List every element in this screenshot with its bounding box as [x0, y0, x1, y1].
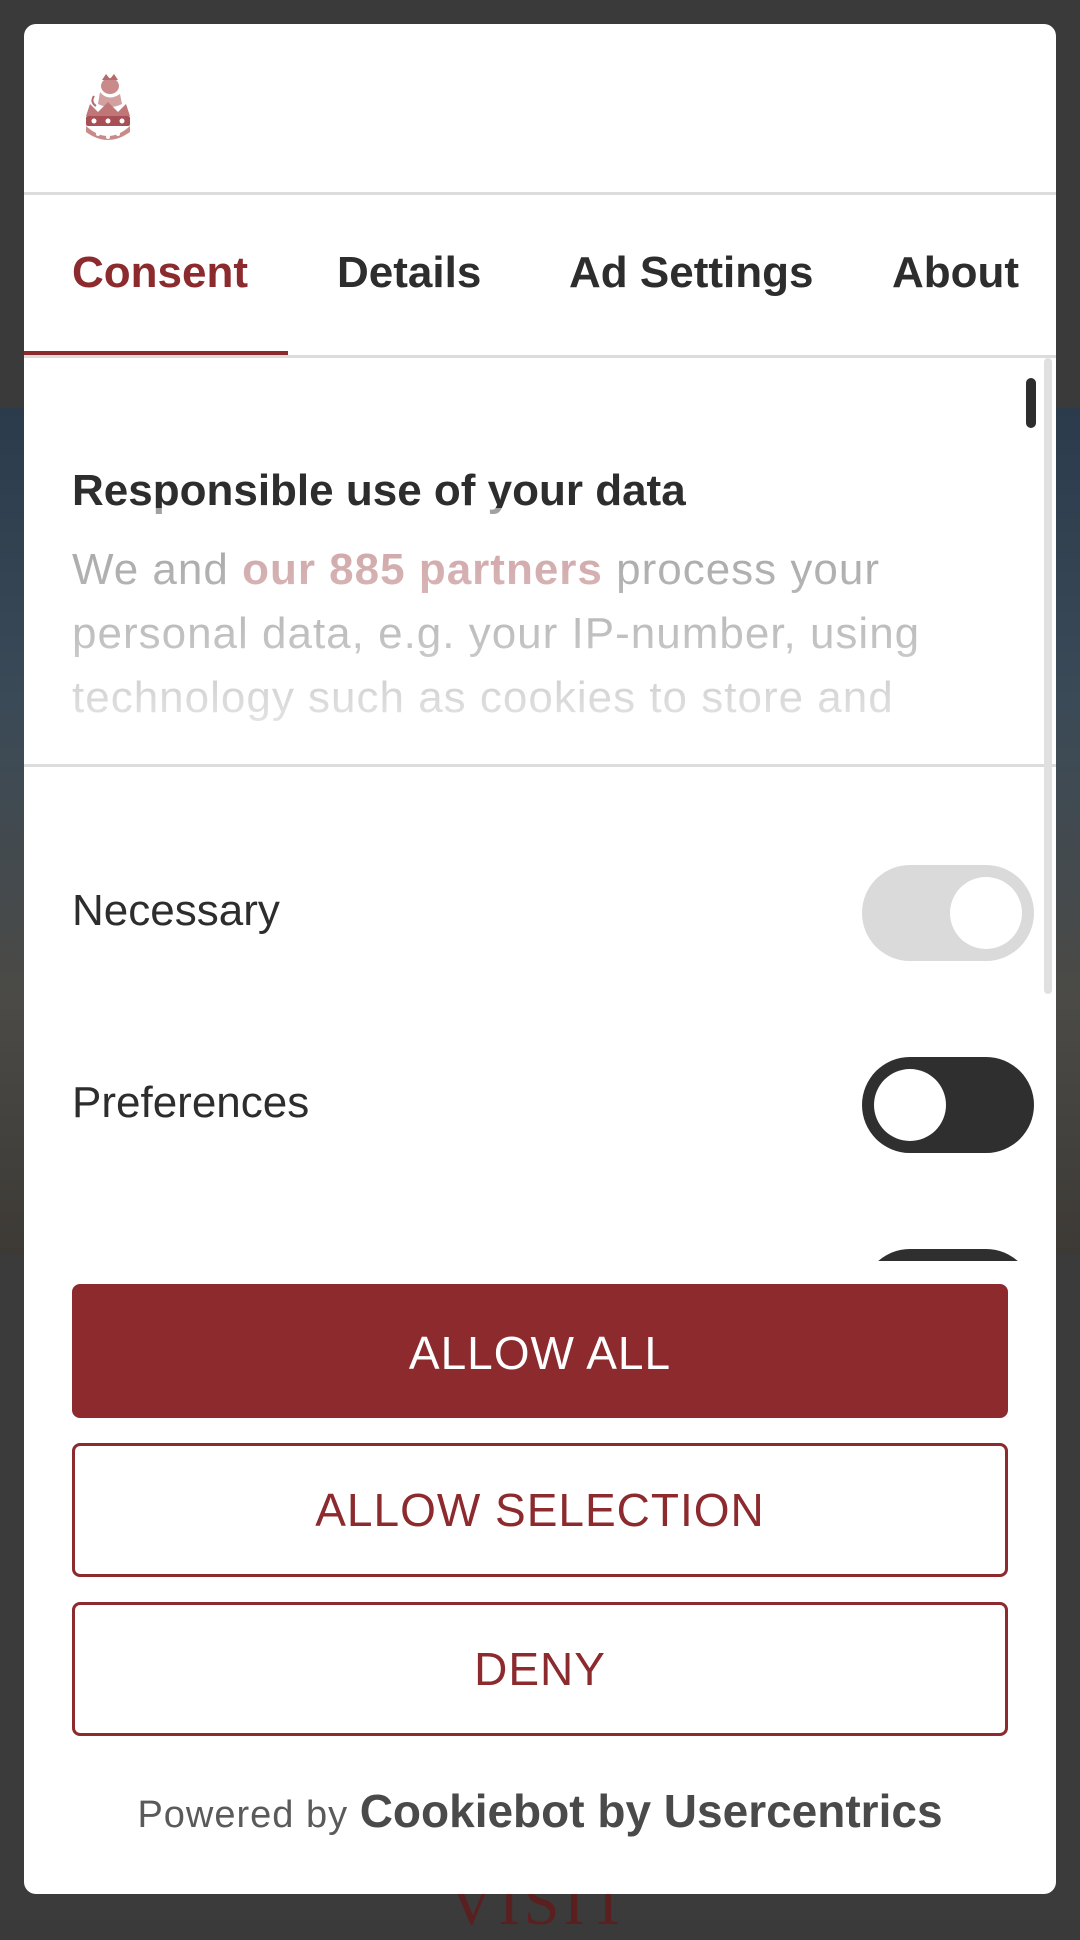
- consent-description-panel[interactable]: Responsible use of your data We and our …: [24, 358, 1056, 764]
- partners-link[interactable]: our 885 partners: [242, 545, 603, 594]
- consent-tabs: Consent Details Ad Settings About: [24, 195, 1056, 358]
- active-tab-indicator: [24, 351, 288, 355]
- tab-consent[interactable]: Consent: [72, 195, 248, 355]
- allow-all-button[interactable]: ALLOW ALL: [72, 1284, 1008, 1418]
- body-prefix: We and: [72, 545, 243, 594]
- tab-ad-settings[interactable]: Ad Settings: [569, 195, 813, 355]
- toggle-row-necessary: Necessary: [72, 861, 1034, 961]
- toggle-knob: [950, 877, 1022, 949]
- consent-toggles: Necessary Preferences: [24, 767, 1056, 1261]
- content-title: Responsible use of your data: [72, 466, 686, 515]
- cookie-consent-dialog: Consent Details Ad Settings About Respon…: [24, 24, 1056, 1894]
- royal-crest-icon: [86, 74, 130, 140]
- toggle-row-preferences: Preferences: [72, 1053, 1034, 1153]
- preferences-toggle[interactable]: [862, 1057, 1034, 1153]
- necessary-toggle[interactable]: [862, 865, 1034, 961]
- deny-button[interactable]: DENY: [72, 1602, 1008, 1736]
- toggle-row-statistics: [72, 1245, 1034, 1261]
- toggle-label-preferences: Preferences: [72, 1078, 310, 1127]
- toggle-knob: [874, 1069, 946, 1141]
- tab-about[interactable]: About: [892, 195, 1019, 355]
- tab-details[interactable]: Details: [337, 195, 481, 355]
- powered-by-label: Powered by: [137, 1794, 360, 1836]
- toggle-label-necessary: Necessary: [72, 886, 280, 935]
- dialog-header: [24, 24, 1056, 195]
- allow-selection-button[interactable]: ALLOW SELECTION: [72, 1443, 1008, 1577]
- statistics-toggle[interactable]: [862, 1249, 1034, 1261]
- content-scrollbar-thumb[interactable]: [1026, 378, 1036, 428]
- cookiebot-brand-link[interactable]: Cookiebot by Usercentrics: [360, 1785, 943, 1837]
- powered-by-footer: Powered by Cookiebot by Usercentrics: [24, 1784, 1056, 1838]
- content-body: We and our 885 partners process your per…: [72, 538, 972, 730]
